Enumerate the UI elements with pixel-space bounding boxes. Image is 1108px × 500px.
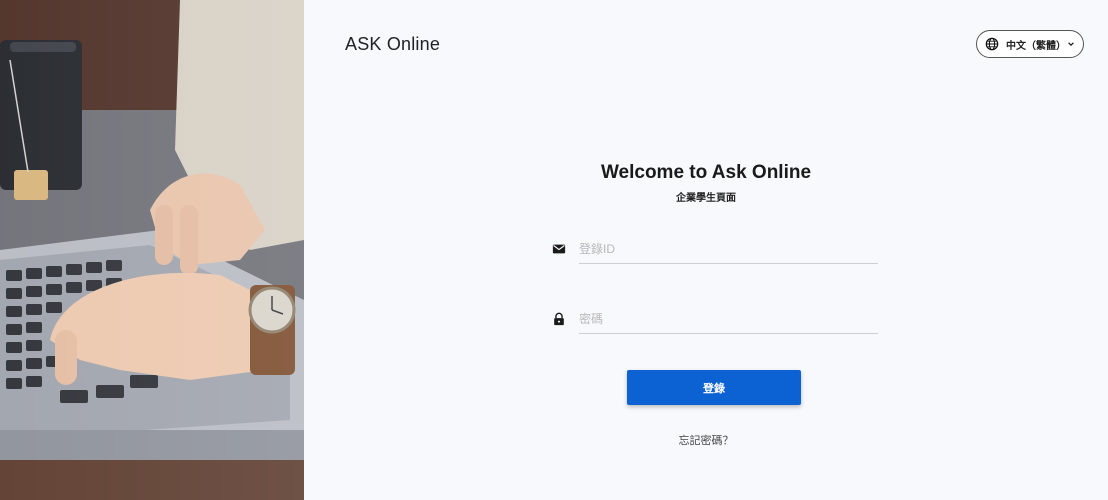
hero-image [0, 0, 304, 500]
login-button[interactable]: 登錄 [627, 370, 801, 405]
login-panel: ASK Online 中文（繁體） Welcome to Ask Online … [304, 0, 1108, 500]
mail-icon [552, 244, 566, 254]
welcome-subtitle: 企業學生頁面 [676, 193, 736, 204]
password-input[interactable] [579, 304, 878, 334]
brand-logo: ASK Online [345, 34, 441, 54]
language-selector[interactable]: 中文（繁體） [976, 30, 1084, 58]
chevron-down-icon [1068, 42, 1074, 47]
password-field [552, 304, 878, 336]
login-id-field [552, 234, 878, 266]
globe-icon [985, 37, 999, 51]
welcome-title: Welcome to Ask Online [600, 162, 812, 183]
language-label: 中文（繁體） [1006, 40, 1066, 52]
login-id-input[interactable] [579, 234, 878, 264]
forgot-password-link[interactable]: 忘記密碼？ [304, 432, 1108, 448]
lock-icon [554, 312, 564, 326]
